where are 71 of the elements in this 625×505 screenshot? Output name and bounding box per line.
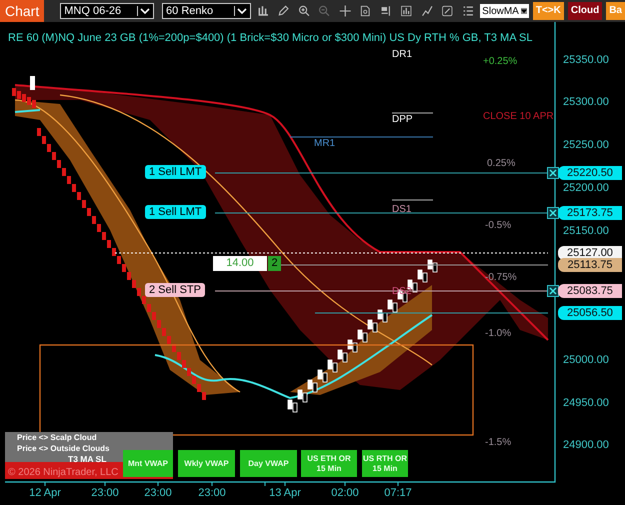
time-axis-label: 23:00	[197, 487, 227, 499]
instrument-dropdown[interactable]: MNQ 06-26	[60, 3, 154, 19]
level-label: CLOSE 10 APR	[483, 111, 554, 122]
indicator-dropdown[interactable]: SlowMA	[480, 4, 529, 18]
price-axis-label: 24950.00	[563, 397, 609, 409]
price-axis-label: 25350.00	[563, 54, 609, 66]
level-label: +0.25%	[483, 56, 518, 67]
level-label: DS1	[392, 204, 412, 215]
toolbar-toggle[interactable]: Cloud	[568, 2, 602, 20]
level-label: DPP	[392, 114, 413, 125]
price-tag: 25056.50	[558, 306, 622, 320]
diagonal-square-icon[interactable]	[441, 4, 454, 18]
period-dropdown[interactable]: 60 Renko	[162, 3, 250, 19]
position-price: 14.00	[213, 256, 267, 271]
line-chart-icon[interactable]	[420, 4, 434, 18]
time-axis-label: 07:17	[383, 487, 413, 499]
indicator-button[interactable]: US ETH OR 15 Min	[301, 450, 357, 477]
legend-item: Price <> Scalp Cloud	[17, 432, 97, 443]
price-tag: 25083.75	[558, 284, 622, 298]
caret-icon	[234, 6, 246, 16]
price-axis-label: 25250.00	[563, 139, 609, 151]
chart-title: RE 60 (M)NQ June 23 GB (1%=200p=$400) (1 Brick=$30 Micro or $300 Mini) US Dy RTH % GB, T3 MA SL	[8, 32, 532, 44]
close-icon[interactable]	[547, 167, 559, 179]
caret-icon	[137, 6, 150, 16]
position-quantity: 2	[268, 256, 281, 271]
price-tag: 25173.75	[558, 206, 622, 220]
legend-item: Price <> Outside Clouds	[17, 443, 110, 454]
level-label: DS2	[392, 286, 412, 297]
indicator-button[interactable]: US RTH OR 15 Min	[362, 450, 408, 477]
pencil-icon[interactable]	[277, 4, 290, 18]
level-label: MR1	[314, 138, 336, 149]
price-tag: 25220.50	[558, 166, 622, 180]
order-label[interactable]: 1 Sell LMT	[145, 165, 206, 179]
indicator-button[interactable]: Wkly VWAP	[178, 450, 235, 477]
panel-layout-icon[interactable]	[380, 4, 392, 18]
level-label: DR1	[392, 49, 412, 60]
indicator-button[interactable]: Mnt VWAP	[123, 450, 173, 477]
order-label[interactable]: 2 Sell STP	[145, 283, 205, 297]
zoom-in-icon[interactable]	[298, 4, 310, 18]
pivot-line	[392, 112, 434, 114]
time-axis-label: 13 Apr	[268, 487, 302, 499]
list-icon[interactable]	[462, 4, 474, 18]
close-icon[interactable]	[547, 207, 559, 219]
order-label[interactable]: 1 Sell LMT	[145, 205, 206, 219]
price-axis-label: 24900.00	[563, 439, 609, 451]
legend-item: T3 MA SL	[68, 454, 106, 464]
toolbar-toggle[interactable]: T<>K	[532, 2, 564, 20]
time-axis-label: 23:00	[90, 487, 120, 499]
bar-chart-icon[interactable]	[256, 4, 270, 18]
time-axis-label: 12 Apr	[28, 487, 62, 499]
indicator-button[interactable]: Day VWAP	[240, 450, 297, 477]
chart-grid-icon[interactable]	[400, 4, 413, 18]
level-label: -1.0%	[485, 328, 512, 339]
caret-icon	[520, 8, 527, 14]
price-axis-label: 25150.00	[563, 225, 609, 237]
price-axis-label: 25000.00	[563, 354, 609, 366]
copyright-text: © 2026 NinjaTrader, LLC	[7, 467, 118, 478]
level-label: -0.5%	[485, 220, 512, 231]
level-label: -1.5%	[485, 437, 512, 448]
document-search-icon[interactable]	[359, 4, 372, 18]
time-axis-label: 02:00	[330, 487, 360, 499]
chart-tab[interactable]: Chart	[0, 0, 44, 22]
toolbar-toggle[interactable]: Ba	[606, 2, 625, 20]
price-axis-label: 25300.00	[563, 96, 609, 108]
price-tag: 25113.75	[558, 258, 622, 272]
level-label: 0.25%	[487, 158, 516, 169]
zoom-out-icon[interactable]	[318, 4, 331, 18]
crosshair-icon[interactable]	[338, 4, 352, 18]
price-axis-label: 25200.00	[563, 182, 609, 194]
close-icon[interactable]	[547, 285, 559, 297]
time-axis-label: 23:00	[143, 487, 173, 499]
